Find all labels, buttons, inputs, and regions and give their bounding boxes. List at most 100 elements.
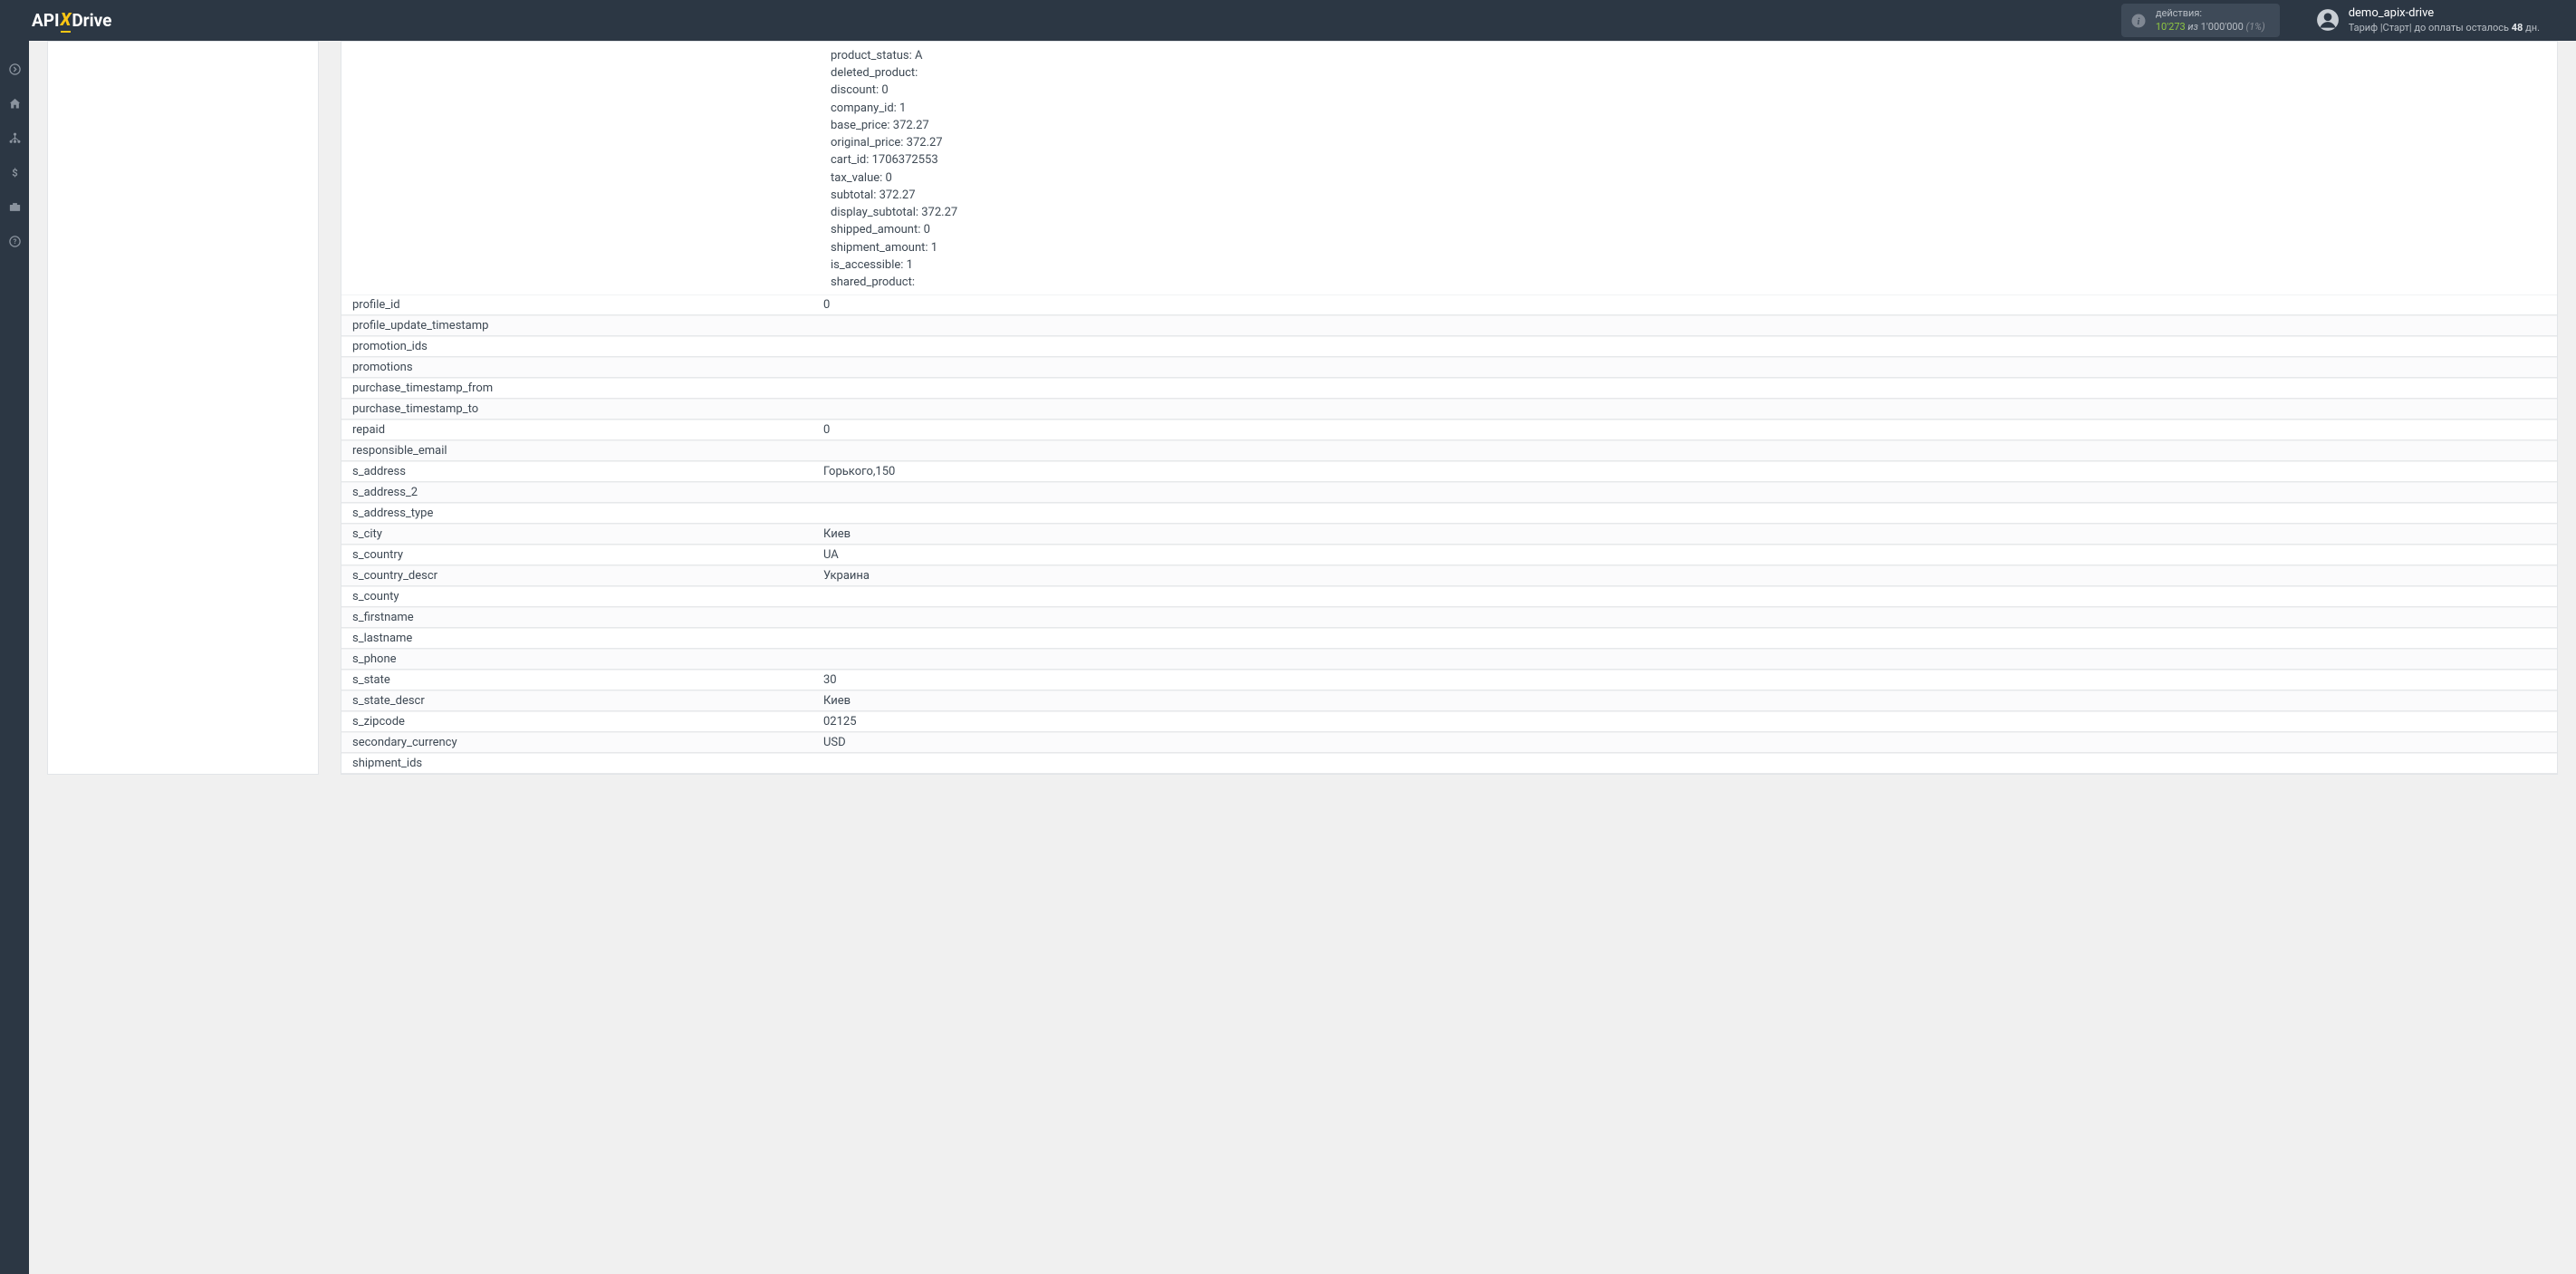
- row-value: [823, 632, 2539, 645]
- info-icon: i: [2130, 13, 2147, 29]
- actions-pct: (1%): [2244, 21, 2265, 33]
- sidebar-item-help[interactable]: ?: [0, 224, 29, 258]
- product-detail-line: subtotal: 372.27: [831, 187, 2539, 204]
- actions-text: действия: 10'273 из 1'000'000 (1%): [2156, 7, 2265, 34]
- table-row: profile_update_timestamp: [341, 315, 2557, 336]
- sidebar-item-expand[interactable]: [0, 52, 29, 86]
- row-value: Киев: [823, 527, 2539, 541]
- product-details-block: product_status: Adeleted_product:discoun…: [341, 47, 2557, 291]
- app-header: API X Drive i действия: 10'273 из 1'000'…: [0, 0, 2576, 41]
- row-key: promotions: [352, 361, 823, 374]
- table-row: s_addressГорького,150: [341, 461, 2557, 482]
- row-key: shipment_ids: [352, 757, 823, 770]
- row-value: [823, 381, 2539, 395]
- logo-text-drive: Drive: [72, 10, 111, 31]
- sidebar-item-tools[interactable]: [0, 189, 29, 224]
- row-key: profile_update_timestamp: [352, 319, 823, 333]
- logo[interactable]: API X Drive: [32, 9, 111, 33]
- table-row: s_state_descrКиев: [341, 690, 2557, 711]
- table-row: purchase_timestamp_to: [341, 399, 2557, 420]
- row-value: [823, 340, 2539, 353]
- main-content: product_status: Adeleted_product:discoun…: [29, 41, 2576, 775]
- product-detail-line: shipment_amount: 1: [831, 239, 2539, 256]
- actions-label: действия:: [2156, 7, 2265, 20]
- row-key: s_country: [352, 548, 823, 562]
- row-value: [823, 757, 2539, 770]
- product-detail-line: company_id: 1: [831, 100, 2539, 117]
- table-row: s_state30: [341, 670, 2557, 690]
- row-key: purchase_timestamp_from: [352, 381, 823, 395]
- table-row: s_lastname: [341, 628, 2557, 649]
- table-row: s_address_2: [341, 482, 2557, 503]
- table-row: s_firstname: [341, 607, 2557, 628]
- table-row: secondary_currencyUSD: [341, 732, 2557, 753]
- row-value: 0: [823, 298, 2539, 312]
- row-value: Горького,150: [823, 465, 2539, 478]
- table-row: s_zipcode02125: [341, 711, 2557, 732]
- row-value: [823, 444, 2539, 458]
- row-value: [823, 402, 2539, 416]
- svg-text:i: i: [2137, 16, 2139, 26]
- sidebar-item-home[interactable]: [0, 86, 29, 121]
- table-row: shipment_ids: [341, 753, 2557, 774]
- row-key: s_city: [352, 527, 823, 541]
- row-value: [823, 361, 2539, 374]
- row-key: s_state_descr: [352, 694, 823, 708]
- table-row: repaid0: [341, 420, 2557, 440]
- actions-count: 10'273: [2156, 21, 2186, 33]
- product-detail-line: discount: 0: [831, 82, 2539, 99]
- row-key: s_country_descr: [352, 569, 823, 583]
- row-value: [823, 319, 2539, 333]
- product-detail-line: display_subtotal: 372.27: [831, 204, 2539, 221]
- table-row: s_cityКиев: [341, 524, 2557, 545]
- user-text: demo_apix-drive Тариф |Старт| до оплаты …: [2349, 5, 2540, 34]
- logo-text-x: X: [61, 9, 72, 33]
- user-tariff: Тариф |Старт| до оплаты осталось 48 дн.: [2349, 22, 2540, 35]
- logo-text-api: API: [32, 10, 60, 31]
- sidebar-item-connections[interactable]: [0, 121, 29, 155]
- row-key: repaid: [352, 423, 823, 437]
- row-value: [823, 486, 2539, 499]
- user-menu[interactable]: demo_apix-drive Тариф |Старт| до оплаты …: [2316, 5, 2540, 34]
- sidebar: $ ?: [0, 41, 29, 1274]
- row-key: profile_id: [352, 298, 823, 312]
- row-key: purchase_timestamp_to: [352, 402, 823, 416]
- product-detail-line: is_accessible: 1: [831, 256, 2539, 274]
- row-value: Киев: [823, 694, 2539, 708]
- row-value: 30: [823, 673, 2539, 687]
- product-detail-line: original_price: 372.27: [831, 134, 2539, 151]
- product-detail-line: base_price: 372.27: [831, 117, 2539, 134]
- row-value: USD: [823, 736, 2539, 749]
- table-row: s_county: [341, 586, 2557, 607]
- row-value: [823, 507, 2539, 520]
- sidebar-item-billing[interactable]: $: [0, 155, 29, 189]
- row-key: s_phone: [352, 652, 823, 666]
- row-key: s_zipcode: [352, 715, 823, 729]
- row-key: s_firstname: [352, 611, 823, 624]
- row-key: responsible_email: [352, 444, 823, 458]
- row-value: 0: [823, 423, 2539, 437]
- actions-counter[interactable]: i действия: 10'273 из 1'000'000 (1%): [2121, 4, 2280, 37]
- row-key: s_county: [352, 590, 823, 603]
- actions-total: 1'000'000: [2201, 21, 2244, 33]
- actions-of: из: [2186, 21, 2201, 33]
- table-row: profile_id0: [341, 294, 2557, 315]
- row-key: s_lastname: [352, 632, 823, 645]
- row-key: s_address_2: [352, 486, 823, 499]
- left-panel: [47, 41, 319, 775]
- user-name: demo_apix-drive: [2349, 5, 2540, 22]
- product-detail-line: shared_product:: [831, 274, 2539, 291]
- product-detail-line: shipped_amount: 0: [831, 221, 2539, 238]
- svg-text:$: $: [12, 167, 17, 179]
- table-row: purchase_timestamp_from: [341, 378, 2557, 399]
- row-value: 02125: [823, 715, 2539, 729]
- svg-text:?: ?: [13, 237, 16, 246]
- product-detail-line: deleted_product:: [831, 64, 2539, 82]
- card-wrapper: product_status: Adeleted_product:discoun…: [47, 41, 2558, 775]
- row-value: [823, 590, 2539, 603]
- table-row: s_country_descrУкраина: [341, 565, 2557, 586]
- table-row: s_address_type: [341, 503, 2557, 524]
- row-key: s_state: [352, 673, 823, 687]
- table-row: promotion_ids: [341, 336, 2557, 357]
- data-table: profile_id0profile_update_timestamppromo…: [341, 294, 2557, 774]
